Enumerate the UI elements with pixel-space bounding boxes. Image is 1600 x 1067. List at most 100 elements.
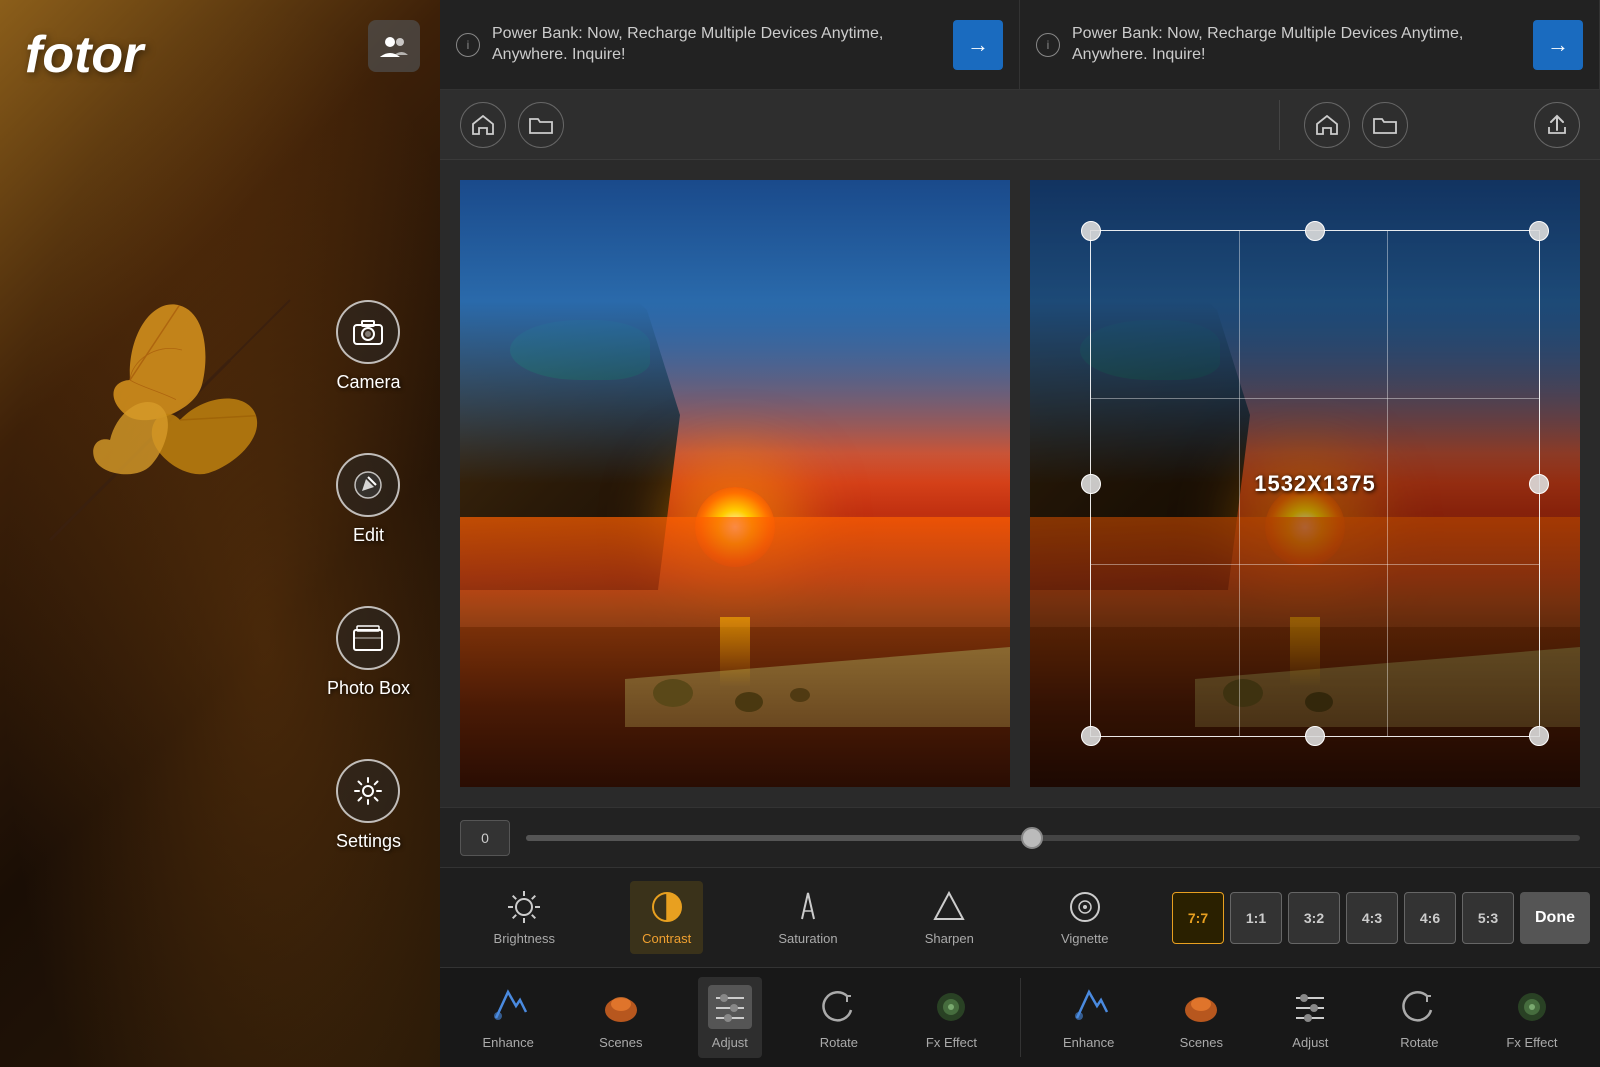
adjust-tools-left: Brightness Contrast Saturation	[440, 881, 1162, 954]
sidebar-item-photobox[interactable]: Photo Box	[327, 606, 410, 699]
edit-icon	[354, 471, 382, 499]
rotate-svg-right	[1399, 988, 1439, 1026]
share-button-left[interactable]	[1534, 102, 1580, 148]
crop-handle-bottom-mid[interactable]	[1305, 726, 1325, 746]
folder-button-left[interactable]	[518, 102, 564, 148]
bottom-tool-adjust-left[interactable]: Adjust	[698, 977, 762, 1058]
sharpen-icon	[931, 889, 967, 925]
folder-icon-left	[529, 115, 553, 135]
crop-grid-v1	[1239, 231, 1240, 736]
slider-value-box: 0	[460, 820, 510, 856]
rock-1	[653, 679, 693, 707]
bottom-tool-rotate-left[interactable]: Rotate	[807, 977, 871, 1058]
leaf-decoration	[30, 260, 350, 580]
fx-label-right: Fx Effect	[1506, 1035, 1557, 1050]
crop-handle-bottom-left[interactable]	[1081, 726, 1101, 746]
sidebar-item-edit[interactable]: Edit	[336, 453, 400, 546]
tool-saturation[interactable]: Saturation	[766, 881, 849, 954]
bottom-tool-scenes-right[interactable]: Scenes	[1169, 977, 1233, 1058]
ratio-btn-7-7[interactable]: 7:7	[1172, 892, 1224, 944]
scenes-icon-left	[599, 985, 643, 1029]
bottom-tool-adjust-right[interactable]: Adjust	[1278, 977, 1342, 1058]
slider-row: 0	[440, 807, 1600, 867]
crop-handle-top-right[interactable]	[1529, 221, 1549, 241]
fx-label-left: Fx Effect	[926, 1035, 977, 1050]
photobox-label: Photo Box	[327, 678, 410, 699]
edit-icon-circle	[336, 453, 400, 517]
ad-arrow-button-right[interactable]: →	[1533, 20, 1583, 70]
home-button-right[interactable]	[1304, 102, 1350, 148]
adjust-label-left: Adjust	[712, 1035, 748, 1050]
bottom-tool-scenes-left[interactable]: Scenes	[589, 977, 653, 1058]
crop-ratio-buttons: 7:7 1:1 3:2 4:3 4:6 5:3 Done	[1162, 892, 1600, 944]
bottom-tool-fx-left[interactable]: Fx Effect	[916, 977, 987, 1058]
crop-overlay: 1532X1375	[1030, 180, 1580, 787]
tool-sharpen[interactable]: Sharpen	[913, 881, 986, 954]
enhance-icon-left	[486, 985, 530, 1029]
adjust-svg-left	[710, 988, 750, 1026]
tool-brightness[interactable]: Brightness	[482, 881, 567, 954]
bottom-tool-enhance-left[interactable]: Enhance	[473, 977, 544, 1058]
ratio-btn-4-6[interactable]: 4:6	[1404, 892, 1456, 944]
sidebar-item-settings[interactable]: Settings	[336, 759, 401, 852]
settings-icon	[353, 776, 383, 806]
ad-arrow-button-left[interactable]: →	[953, 20, 1003, 70]
ratio-btn-5-3[interactable]: 5:3	[1462, 892, 1514, 944]
fx-svg-right	[1512, 988, 1552, 1026]
sidebar-item-camera[interactable]: Camera	[336, 300, 400, 393]
adjust-icon-left	[708, 985, 752, 1029]
bottom-tools-right: Enhance Scenes	[1021, 968, 1600, 1067]
bottom-tool-rotate-right[interactable]: Rotate	[1387, 977, 1451, 1058]
enhance-svg-left	[488, 988, 528, 1026]
crop-box[interactable]: 1532X1375	[1090, 230, 1540, 737]
bottom-tools-left: Enhance Scenes	[440, 968, 1020, 1067]
edit-label: Edit	[353, 525, 384, 546]
tool-vignette[interactable]: Vignette	[1049, 881, 1120, 954]
crop-grid-h1	[1091, 398, 1539, 399]
scenes-label-right: Scenes	[1180, 1035, 1223, 1050]
app-logo: fotor	[25, 25, 143, 85]
friends-button[interactable]	[368, 20, 420, 72]
adjust-tools-row: Brightness Contrast Saturation	[440, 867, 1600, 967]
slider-fill	[526, 835, 1032, 841]
camera-icon-circle	[336, 300, 400, 364]
vignette-icon	[1067, 889, 1103, 925]
contrast-icon	[649, 889, 685, 925]
crop-dimensions-label: 1532X1375	[1254, 471, 1376, 497]
crop-handle-bottom-right[interactable]	[1529, 726, 1549, 746]
crop-handle-top-left[interactable]	[1081, 221, 1101, 241]
ratio-btn-1-1[interactable]: 1:1	[1230, 892, 1282, 944]
slider-track[interactable]	[526, 835, 1580, 841]
enhance-label-left: Enhance	[483, 1035, 534, 1050]
folder-button-right[interactable]	[1362, 102, 1408, 148]
tool-contrast[interactable]: Contrast	[630, 881, 703, 954]
ad-info-icon-right: i	[1036, 33, 1060, 57]
adjust-icon-right	[1288, 985, 1332, 1029]
slider-thumb[interactable]	[1021, 827, 1043, 849]
crop-done-button[interactable]: Done	[1520, 892, 1590, 944]
scenes-svg-left	[601, 988, 641, 1026]
home-button-left[interactable]	[460, 102, 506, 148]
photobox-icon	[353, 625, 383, 651]
rotate-icon-right	[1397, 985, 1441, 1029]
enhance-label-right: Enhance	[1063, 1035, 1114, 1050]
scenes-label-left: Scenes	[599, 1035, 642, 1050]
ad-banners-row: i Power Bank: Now, Recharge Multiple Dev…	[440, 0, 1600, 90]
ad-info-icon-left: i	[456, 33, 480, 57]
ratio-btn-4-3[interactable]: 4:3	[1346, 892, 1398, 944]
crop-handle-mid-right[interactable]	[1529, 474, 1549, 494]
ratio-btn-3-2[interactable]: 3:2	[1288, 892, 1340, 944]
crop-handle-top-mid[interactable]	[1305, 221, 1325, 241]
enhance-svg-right	[1069, 988, 1109, 1026]
crop-handle-mid-left[interactable]	[1081, 474, 1101, 494]
sidebar-navigation: Camera Edit Photo Box	[327, 300, 410, 852]
friends-icon	[380, 35, 408, 57]
brightness-icon	[506, 889, 542, 925]
enhance-icon-right	[1067, 985, 1111, 1029]
bottom-tool-fx-right[interactable]: Fx Effect	[1496, 977, 1567, 1058]
bottom-tools-row: Enhance Scenes	[440, 967, 1600, 1067]
photobox-icon-circle	[336, 606, 400, 670]
fx-svg-left	[931, 988, 971, 1026]
adjust-svg-right	[1290, 988, 1330, 1026]
bottom-tool-enhance-right[interactable]: Enhance	[1053, 977, 1124, 1058]
